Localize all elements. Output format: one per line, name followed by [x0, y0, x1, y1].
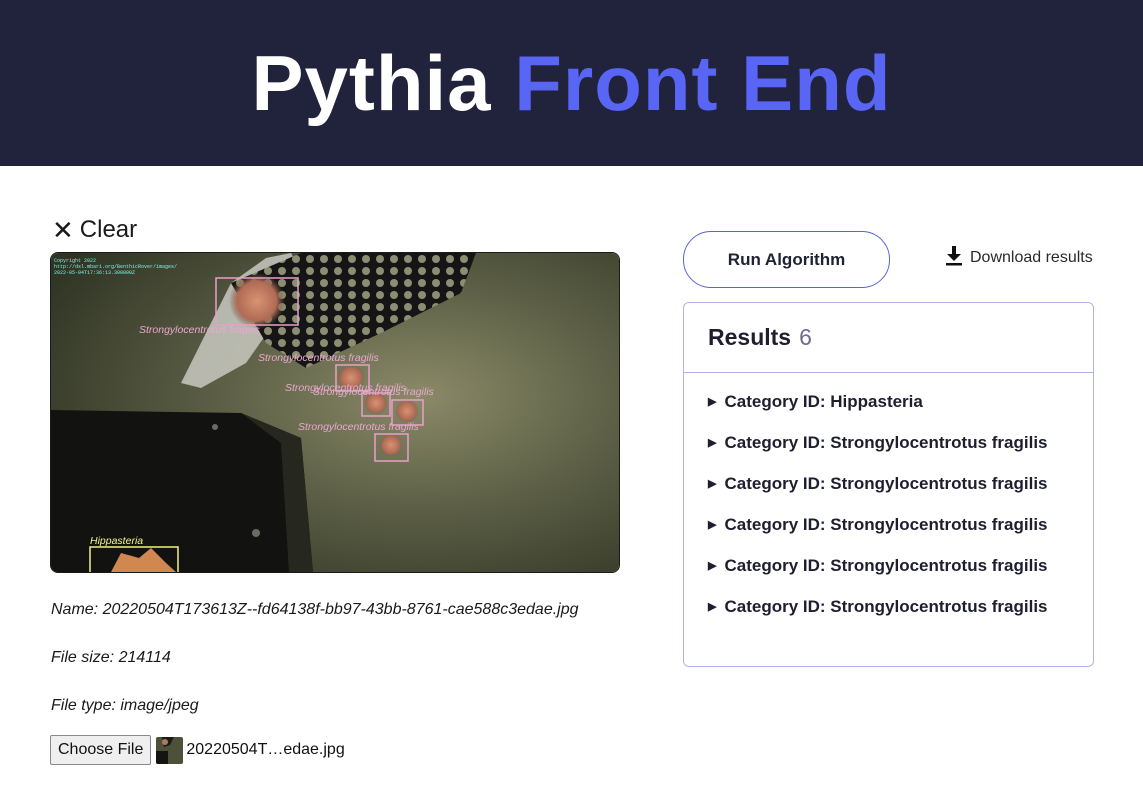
- results-panel: Results 6 ▶ Category ID: Hippasteria ▶ Cat…: [683, 302, 1094, 667]
- annotated-image-canvas: Copyright 2022 http://dsl.mbari.org/Bent…: [51, 253, 619, 572]
- bbox-label: Strongylocentrotus fragilis: [298, 421, 420, 433]
- results-list: ▶ Category ID: Hippasteria ▶ Category ID: …: [684, 373, 1093, 627]
- file-size-text: File size: 214114: [51, 649, 171, 666]
- clear-button[interactable]: ✕ Clear: [52, 216, 137, 244]
- file-input: Choose File 20220504T…edae.jpg: [50, 735, 345, 765]
- title-front-end: Front End: [514, 39, 892, 127]
- file-thumbnail: [156, 736, 184, 764]
- result-item[interactable]: ▶ Category ID: Strongylocentrotus fragili…: [708, 422, 1093, 463]
- result-item[interactable]: ▶ Category ID: Hippasteria: [708, 381, 1093, 422]
- bbox-label: Strongylocentrotus fragilis: [139, 324, 261, 336]
- file-name-text: Name: 20220504T173613Z--fd64138f-bb97-43…: [51, 601, 579, 618]
- triangle-right-icon: ▶: [708, 396, 717, 408]
- file-type-text: File type: image/jpeg: [51, 697, 199, 714]
- result-item[interactable]: ▶ Category ID: Strongylocentrotus fragili…: [708, 504, 1093, 545]
- triangle-right-icon: ▶: [708, 519, 717, 531]
- download-icon: [946, 246, 962, 266]
- svg-text:2022-05-04T17:36:13.300000Z: 2022-05-04T17:36:13.300000Z: [54, 270, 135, 276]
- urchin-1: [229, 273, 285, 329]
- triangle-right-icon: ▶: [708, 601, 717, 613]
- run-algorithm-button[interactable]: Run Algorithm: [683, 231, 890, 288]
- triangle-right-icon: ▶: [708, 478, 717, 490]
- page-title: Pythia Front End: [251, 44, 891, 122]
- triangle-right-icon: ▶: [708, 437, 717, 449]
- close-icon: ✕: [52, 215, 74, 245]
- results-count: 6: [799, 324, 812, 350]
- app-header: Pythia Front End: [0, 0, 1143, 166]
- bbox-label: Strongylocentrotus fragilis: [258, 352, 380, 364]
- clear-label: Clear: [79, 216, 138, 243]
- bbox-label: Hippasteria: [90, 535, 143, 547]
- results-header: Results 6: [684, 303, 1093, 373]
- result-item[interactable]: ▶ Category ID: Strongylocentrotus fragili…: [708, 545, 1093, 586]
- selected-file-name: 20220504T…edae.jpg: [186, 741, 345, 758]
- result-item[interactable]: ▶ Category ID: Strongylocentrotus fragili…: [708, 463, 1093, 504]
- bbox-label: Strongylocentrotus fragilis: [313, 386, 435, 398]
- choose-file-button[interactable]: Choose File: [50, 735, 152, 765]
- result-item[interactable]: ▶ Category ID: Strongylocentrotus fragili…: [708, 586, 1093, 627]
- title-pythia: Pythia: [251, 39, 492, 127]
- download-results-label: Download results: [970, 249, 1093, 266]
- annotated-image: Copyright 2022 http://dsl.mbari.org/Bent…: [50, 252, 620, 573]
- download-results-link[interactable]: Download results: [944, 245, 1093, 267]
- results-title: Results: [708, 324, 792, 350]
- triangle-right-icon: ▶: [708, 560, 717, 572]
